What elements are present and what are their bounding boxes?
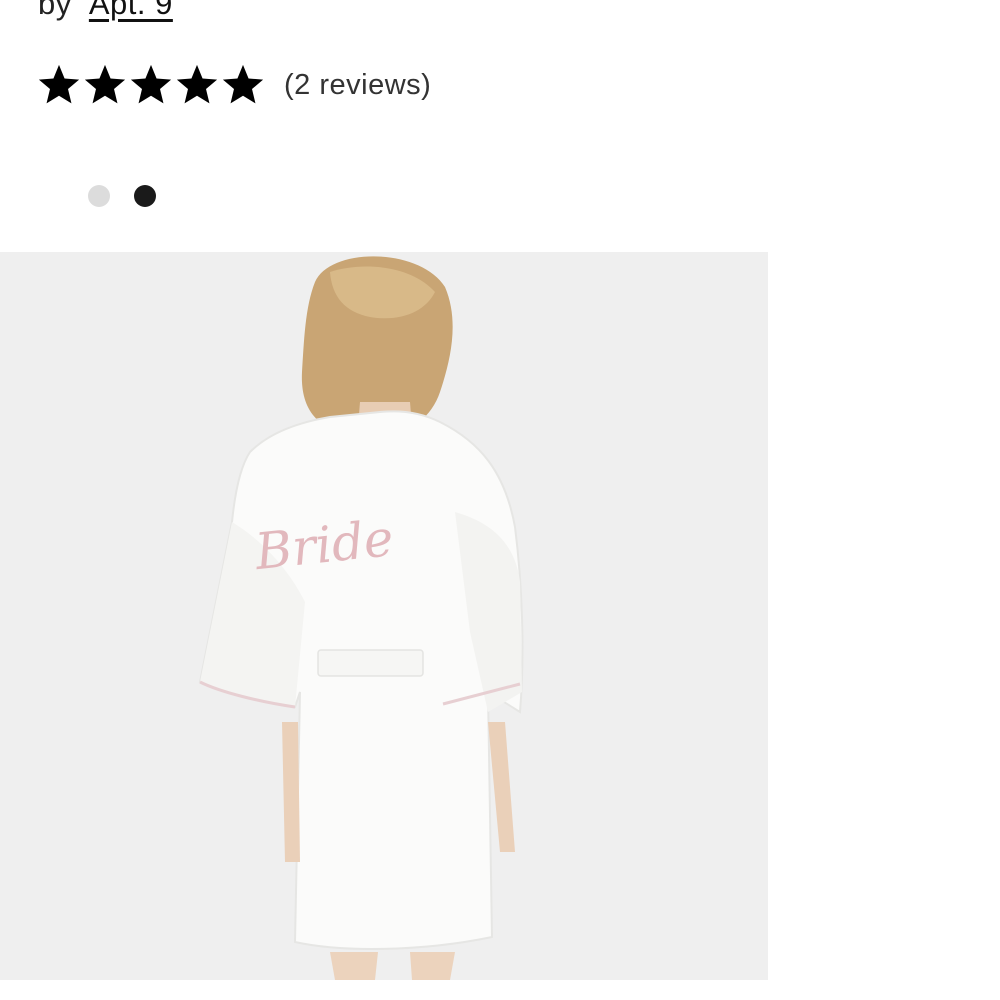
brand-link[interactable]: Apt. 9 [89,0,173,21]
by-label: by [38,0,72,21]
product-image[interactable]: Bride [0,252,768,980]
star-icon [84,64,126,104]
star-icon [176,64,218,104]
swatch-black[interactable] [134,185,156,207]
star-icon [222,64,264,104]
product-rating[interactable]: (2 reviews) [36,62,431,108]
swatch-white[interactable] [88,185,110,207]
brand-line: by Apt. 9 [38,0,173,22]
star-icon [130,64,172,104]
reviews-count-link[interactable]: (2 reviews) [284,69,431,102]
robe-photo: Bride [0,252,768,980]
star-icon [38,64,80,104]
color-swatches [88,185,156,207]
star-rating [36,62,266,108]
